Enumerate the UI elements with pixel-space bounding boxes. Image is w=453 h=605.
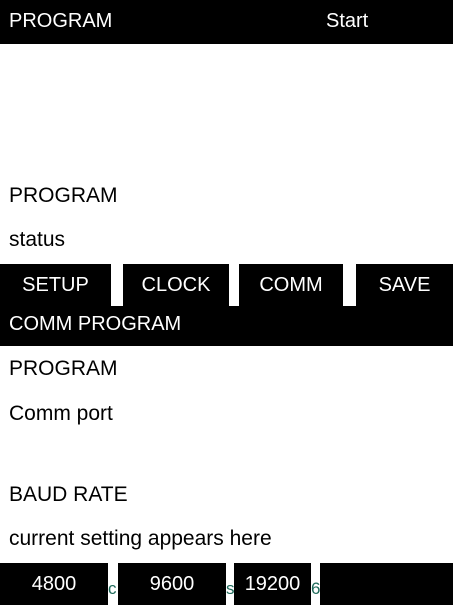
section-title: COMM PROGRAM [9,313,182,335]
softkey-empty[interactable] [320,563,453,605]
softkey-divider [343,264,356,306]
softkey-9600-label: 9600 [149,572,195,595]
softkey-4800[interactable]: 4800 [0,563,108,605]
stray-glyph: 6 [311,579,321,598]
title-program: PROGRAM [9,10,113,32]
softkey-4800-label: 4800 [31,572,77,595]
softkey-comm-label: COMM [259,273,323,296]
baud-rate-label: BAUD RATE [9,483,128,506]
section-bar: COMM PROGRAM [0,306,453,346]
comm-line-1: PROGRAM [9,357,118,380]
stray-glyph: s [226,579,235,598]
softkey-comm[interactable]: COMM [239,264,343,306]
baud-rate-hint: current setting appears here [9,527,272,550]
menu-softkeys: SETUP CLOCK COMM SAVE [0,264,453,306]
prompt-line-1: PROGRAM [9,184,118,207]
softkey-divider [111,264,123,306]
softkey-clock[interactable]: CLOCK [123,264,229,306]
softkey-19200-label: 19200 [244,572,301,595]
softkey-setup-label: SETUP [22,273,89,296]
title-bar: PROGRAM Start [0,0,453,44]
screen: PROGRAM Start PROGRAM status SETUP CLOCK… [0,0,453,605]
softkey-save[interactable]: SAVE [356,264,453,306]
prompt-line-2: status [9,228,66,251]
softkey-setup[interactable]: SETUP [0,264,111,306]
softkey-19200[interactable]: 19200 [234,563,311,605]
comm-line-2: Comm port [9,402,113,425]
stray-glyph: c [108,579,117,598]
softkey-divider [229,264,239,306]
softkey-save-label: SAVE [378,273,431,296]
title-start: Start [326,10,369,32]
softkey-9600[interactable]: 9600 [118,563,226,605]
softkey-clock-label: CLOCK [141,273,211,296]
